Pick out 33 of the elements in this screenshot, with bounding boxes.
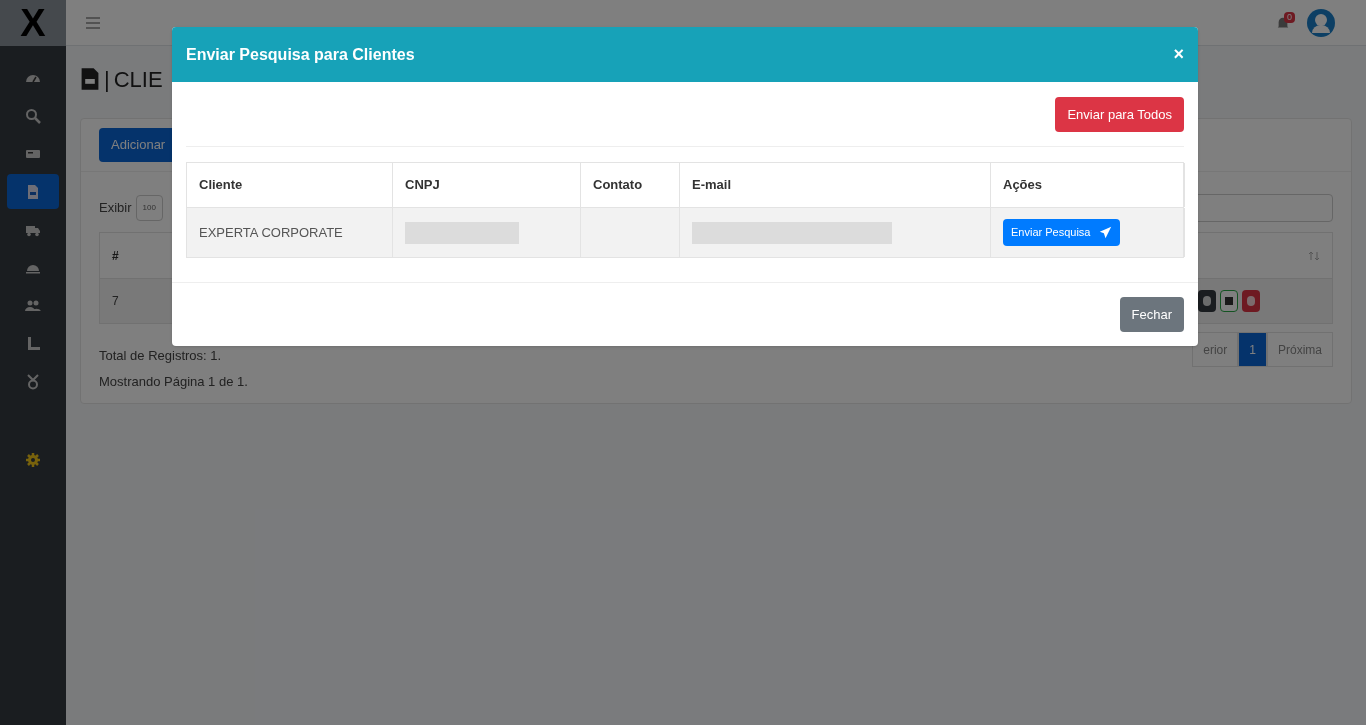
page-info: Mostrando Página 1 de 1.	[99, 372, 248, 391]
paper-plane-icon	[1098, 226, 1112, 239]
page-title: CLIE	[113, 65, 163, 94]
title-separator: |	[104, 65, 110, 94]
search-icon	[25, 107, 41, 124]
page-size-select[interactable]: 100	[135, 195, 163, 221]
total-records: Total de Registros: 1.	[99, 347, 223, 365]
document-icon	[25, 183, 41, 200]
pagination-link[interactable]: 1	[1238, 332, 1267, 367]
grid-button[interactable]	[1220, 290, 1238, 312]
close-dialog-button[interactable]: Fechar	[1119, 297, 1184, 332]
logo: X	[20, 4, 46, 42]
menu-icon[interactable]	[86, 16, 100, 29]
medal-icon	[25, 373, 41, 390]
delete-button[interactable]	[1242, 290, 1260, 312]
pagination-link[interactable]: Próxima	[1267, 332, 1333, 367]
avatar-icon[interactable]	[1306, 7, 1336, 38]
document-icon	[80, 67, 100, 91]
pagination-link[interactable]: erior	[1192, 332, 1239, 367]
show-label: Exibir	[99, 199, 132, 218]
sidebar-item[interactable]	[7, 174, 59, 209]
column-header: #	[112, 247, 119, 265]
modal-title: Enviar Pesquisa para Clientes	[186, 44, 415, 65]
table-cell: EXPERTA CORPORATE	[187, 208, 393, 257]
sort-icon[interactable]	[1308, 250, 1320, 261]
notification-badge: 0	[1284, 11, 1295, 23]
view-button[interactable]	[1198, 290, 1216, 312]
table-cell-text: 7	[112, 293, 119, 310]
close-button[interactable]: ×	[1173, 41, 1184, 68]
send-survey-button[interactable]: Enviar Pesquisa	[1003, 219, 1120, 246]
settings-icon	[25, 451, 41, 468]
ruler-icon	[25, 335, 41, 352]
send-all-button[interactable]: Enviar para Todos	[1055, 97, 1184, 132]
